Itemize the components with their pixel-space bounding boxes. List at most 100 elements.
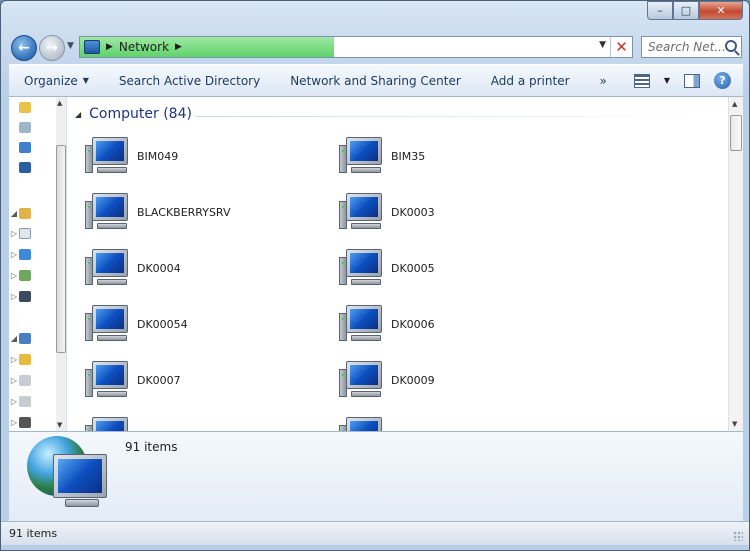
computer-item-partial[interactable] [339, 417, 385, 431]
computer-name: BIM049 [137, 149, 179, 163]
recent-pages-dropdown[interactable]: ▼ [67, 41, 74, 51]
nav-item[interactable] [9, 119, 55, 135]
nav-item[interactable]: ▷ [9, 225, 55, 241]
search-icon[interactable] [725, 40, 737, 52]
breadcrumb-network[interactable]: Network [119, 40, 169, 54]
command-bar: Organize ▼ Search Active Directory Netwo… [9, 64, 743, 97]
expand-icon[interactable]: ▷ [9, 376, 19, 385]
computer-item[interactable]: DK00054 [85, 305, 188, 343]
group-header[interactable]: ◢ Computer (84) [75, 106, 192, 122]
nav-item[interactable]: ▷ [9, 414, 55, 430]
nav-item[interactable] [9, 99, 55, 115]
change-view-icon[interactable] [633, 73, 650, 88]
more-commands-button[interactable]: » [585, 74, 622, 88]
scroll-down-icon[interactable]: ▼ [57, 421, 62, 429]
collapse-icon[interactable]: ◢ [75, 110, 81, 119]
expand-icon[interactable]: ◢ [9, 209, 19, 218]
computer-item[interactable]: BIM049 [85, 137, 178, 175]
computer-icon [85, 417, 131, 431]
computer-item-partial[interactable] [85, 417, 131, 431]
nav-item[interactable]: ▷ [9, 288, 55, 304]
computer-item[interactable]: DK0006 [339, 305, 435, 343]
computer-name: BIM35 [391, 149, 426, 163]
nav-item[interactable] [9, 159, 55, 175]
scroll-up-icon[interactable]: ▲ [57, 99, 62, 107]
computer-icon [85, 193, 131, 231]
caption-buttons: – □ ✕ [647, 1, 743, 20]
expand-icon[interactable]: ▷ [9, 292, 19, 301]
expand-icon[interactable]: ▷ [9, 229, 19, 238]
computer-item[interactable]: DK0009 [339, 361, 435, 399]
network-sharing-center-button[interactable]: Network and Sharing Center [275, 74, 476, 88]
address-bar[interactable]: ▶ Network ▶ ▼ ✕ [79, 36, 633, 58]
desktop-icon [19, 141, 31, 153]
preview-pane-icon[interactable] [684, 73, 700, 88]
nav-scrollbar[interactable]: ▲ ▼ [56, 97, 66, 431]
search-ad-label: Search Active Directory [118, 73, 261, 88]
details-item-count: 91 items [125, 440, 178, 454]
nav-item[interactable]: ▷ [9, 267, 55, 283]
details-pane: 91 items [9, 431, 743, 521]
nav-computer[interactable]: ◢ [9, 330, 55, 346]
computer-icon [19, 332, 31, 344]
computer-item[interactable]: BLACKBERRYSRV [85, 193, 231, 231]
computer-icon [85, 249, 131, 287]
folder-icon [19, 101, 31, 113]
more-label: » [599, 73, 607, 88]
minimize-button[interactable]: – [647, 1, 673, 20]
computer-name: DK00054 [137, 317, 188, 331]
nav-item[interactable]: ▷ [9, 372, 55, 388]
computer-item[interactable]: BIM35 [339, 137, 425, 175]
back-button[interactable]: ← [11, 35, 37, 61]
expand-icon[interactable]: ◢ [9, 334, 19, 343]
search-box[interactable]: Search Net... [641, 36, 742, 58]
expand-icon[interactable]: ▷ [9, 418, 19, 427]
expand-icon[interactable]: ▷ [9, 397, 19, 406]
content-scrollbar[interactable]: ▲ ▼ [728, 97, 743, 431]
group-title: Computer (84) [89, 106, 192, 122]
computer-item[interactable]: DK0007 [85, 361, 181, 399]
videos-icon [19, 290, 31, 302]
expand-icon[interactable]: ▷ [9, 271, 19, 280]
nav-item[interactable]: ▷ [9, 393, 55, 409]
nav-item[interactable]: ▷ [9, 246, 55, 262]
expand-icon[interactable]: ▷ [9, 250, 19, 259]
computer-name: DK0009 [391, 373, 435, 387]
network-sharing-label: Network and Sharing Center [290, 73, 461, 88]
add-printer-button[interactable]: Add a printer [476, 74, 585, 88]
computer-icon [85, 361, 131, 399]
organize-button[interactable]: Organize ▼ [9, 74, 104, 88]
nav-item[interactable] [9, 139, 55, 155]
forward-arrow-icon: → [46, 40, 58, 56]
nav-item[interactable]: ▷ [9, 351, 55, 367]
resize-grip-icon[interactable] [733, 531, 743, 541]
maximize-button[interactable]: □ [673, 1, 699, 20]
forward-button[interactable]: → [39, 35, 65, 61]
computer-icon [339, 137, 385, 175]
computer-icon [85, 305, 131, 343]
computer-icon [339, 193, 385, 231]
computer-item[interactable]: DK0004 [85, 249, 181, 287]
computer-icon [339, 361, 385, 399]
help-icon[interactable]: ? [714, 72, 731, 89]
scroll-up-icon[interactable]: ▲ [732, 100, 737, 108]
breadcrumb-separator[interactable]: ▶ [175, 42, 182, 52]
content-scroll-thumb[interactable] [730, 115, 742, 151]
expand-icon[interactable]: ▷ [9, 355, 19, 364]
breadcrumb-separator[interactable]: ▶ [106, 42, 113, 52]
nav-scroll-thumb[interactable] [56, 145, 66, 353]
close-button[interactable]: ✕ [699, 1, 743, 20]
view-options-chevron-icon[interactable]: ▼ [664, 76, 670, 85]
scroll-down-icon[interactable]: ▼ [732, 420, 737, 428]
stop-button[interactable]: ✕ [610, 37, 632, 57]
file-list: ◢ Computer (84) BIM049 BIM35 BLACKBERRYS… [67, 97, 743, 431]
add-printer-label: Add a printer [490, 73, 570, 88]
computer-name: DK0005 [391, 261, 435, 275]
computer-item[interactable]: DK0005 [339, 249, 435, 287]
address-dropdown-icon[interactable]: ▼ [599, 40, 606, 50]
search-active-directory-button[interactable]: Search Active Directory [104, 74, 275, 88]
computer-item[interactable]: DK0003 [339, 193, 435, 231]
nav-libraries[interactable]: ◢ [9, 205, 55, 221]
chevron-down-icon: ▼ [82, 76, 89, 85]
group-divider [195, 116, 717, 117]
